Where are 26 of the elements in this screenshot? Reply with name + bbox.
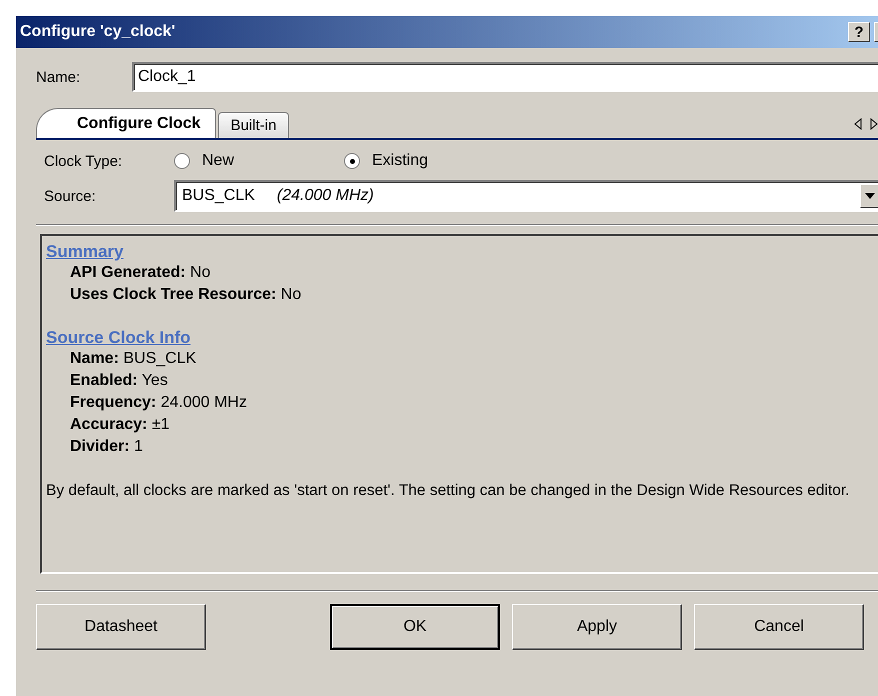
source-label: Source:	[44, 188, 97, 204]
dialog-button[interactable]: Datasheet	[36, 604, 206, 650]
tab[interactable]: Built-in	[218, 112, 290, 138]
radio-option[interactable]: New	[174, 152, 344, 170]
radio-option[interactable]: Existing	[344, 152, 428, 170]
info-row-text: Enabled: Yes	[69, 371, 169, 391]
dialog-button[interactable]: OK	[330, 604, 500, 650]
info-row-text: API Generated: No	[69, 263, 212, 283]
dialog-button[interactable]: Apply	[512, 604, 682, 650]
dropdown-arrow-icon	[865, 193, 875, 199]
info-row-text: Frequency: 24.000 MHz	[69, 393, 248, 413]
info-row-text: Divider: 1	[69, 437, 144, 457]
right-arrow-icon[interactable]	[870, 118, 878, 130]
left-arrow-icon[interactable]	[854, 118, 862, 130]
dialog-button[interactable]: Cancel	[694, 604, 864, 650]
info-row-text: Uses Clock Tree Resource: No	[69, 285, 302, 305]
tab[interactable]: Configure Clock	[36, 108, 216, 138]
info-row-text: Accuracy: ±1	[69, 415, 171, 435]
info-row-text: Name: BUS_CLK	[69, 349, 198, 369]
note-text: By default, all clocks are marked as 'start on reset'. The setting can be changed in the Design Wide Resources editor.	[46, 481, 850, 501]
help-button[interactable]: ?	[848, 22, 870, 42]
window-title: Configure 'cy_clock'	[20, 23, 176, 41]
clock-type-label: Clock Type:	[44, 152, 124, 170]
name-field[interactable]: Clock_1	[132, 62, 878, 92]
source-dropdown[interactable]: BUS_CLK (24.000 MHz)	[174, 180, 878, 212]
name-label: Name:	[36, 68, 82, 86]
